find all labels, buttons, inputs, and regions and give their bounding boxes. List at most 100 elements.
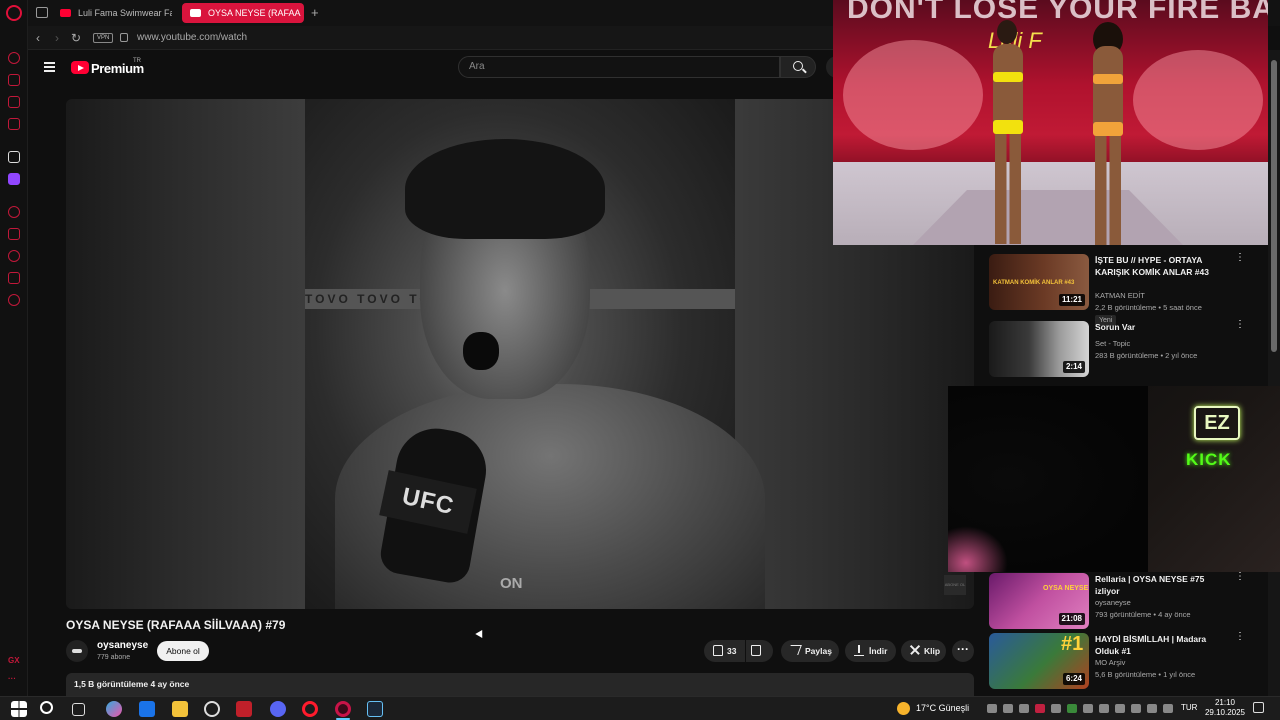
windows-start-icon[interactable] [11, 701, 27, 717]
reload-icon[interactable]: ↻ [71, 31, 81, 45]
file-explorer-icon[interactable] [172, 701, 188, 717]
tray-icon[interactable] [1083, 704, 1093, 713]
page-scrollbar[interactable] [1268, 50, 1280, 696]
tray-icon[interactable] [1019, 704, 1029, 713]
dislike-button[interactable] [746, 640, 773, 662]
related-channel[interactable]: Set - Topic [1095, 339, 1130, 348]
related-channel[interactable]: KATMAN EDİT [1095, 291, 1145, 300]
more-vert-icon[interactable]: ⋮ [1235, 320, 1245, 337]
volume-icon[interactable] [1163, 704, 1173, 713]
tab-luli-fama[interactable]: Luli Fama Swimwear Fash [52, 3, 172, 23]
share-button[interactable]: Paylaş [781, 640, 839, 662]
weather-widget[interactable]: 17°C Güneşli [916, 703, 969, 713]
gx-store-icon[interactable] [8, 74, 20, 86]
channel-avatar[interactable] [66, 640, 88, 662]
new-tab-button[interactable]: + [311, 5, 319, 20]
extensions-icon[interactable] [8, 272, 20, 284]
mail-icon[interactable] [139, 701, 155, 717]
video-thumbnail[interactable]: KATMAN KOMİK ANLAR #43 11:21 [989, 254, 1089, 310]
bikini-bottom [1093, 122, 1123, 136]
video-app-icon[interactable] [236, 701, 252, 717]
related-item[interactable]: KATMAN KOMİK ANLAR #43 11:21 İŞTE BU // … [989, 253, 1269, 326]
youtube-logo-icon[interactable] [71, 61, 89, 74]
tab-label: OYSA NEYSE (RAFAA [208, 8, 301, 18]
microphone-icon[interactable] [1115, 704, 1125, 713]
more-vert-icon[interactable]: ⋮ [1235, 253, 1245, 270]
tab-oysa-neyse[interactable]: OYSA NEYSE (RAFAA [182, 3, 304, 23]
download-button[interactable]: İndir [845, 640, 896, 662]
tray-icon[interactable] [1035, 704, 1045, 713]
subscribe-button[interactable]: Abone ol [157, 641, 209, 661]
search-input[interactable]: Ara [458, 56, 780, 78]
messenger-icon[interactable] [8, 96, 20, 108]
related-item[interactable]: OYSA NEYSE 21:08 Rellaria | OYSA NEYSE #… [989, 572, 1269, 631]
settings-icon[interactable] [8, 294, 20, 306]
menu-icon[interactable] [44, 62, 55, 72]
video-thumbnail[interactable]: #1 6:24 [989, 633, 1089, 689]
share-label: Paylaş [805, 646, 832, 656]
forward-icon[interactable]: › [55, 31, 59, 45]
related-item[interactable]: #1 6:24 HAYDİ BİSMİLLAH | Madara Olduk #… [989, 632, 1269, 691]
opera-gx-logo[interactable] [6, 5, 22, 21]
picture-in-picture-video[interactable]: DON'T LOSE YOUR FIRE BABE Luli F [833, 0, 1268, 245]
opera-gx-icon[interactable] [335, 701, 351, 717]
lock-icon[interactable] [120, 33, 128, 42]
bikini-bottom [993, 120, 1023, 134]
related-title[interactable]: HAYDİ BİSMİLLAH | Madara Olduk #1 [1095, 633, 1227, 657]
more-vert-icon[interactable]: ⋮ [1235, 572, 1245, 589]
kick-stream-overlay[interactable]: EZ KICK [948, 386, 1280, 572]
video-thumbnail[interactable]: 2:14 [989, 321, 1089, 377]
url-field[interactable]: www.youtube.com/watch [137, 32, 247, 43]
clock[interactable]: 21:10 29.10.2025 [1202, 698, 1248, 718]
discord-icon[interactable] [270, 701, 286, 717]
task-view-icon[interactable] [72, 703, 85, 716]
more-vert-icon[interactable]: ⋮ [1235, 632, 1245, 649]
related-title[interactable]: Sorun Var [1095, 321, 1227, 333]
scrollbar-thumb[interactable] [1271, 60, 1277, 352]
gx-control-icon[interactable] [8, 52, 20, 64]
search-button[interactable] [780, 56, 816, 78]
thumbs-down-icon [751, 645, 761, 656]
tab-island-icon[interactable] [36, 7, 48, 18]
instagram-icon[interactable] [8, 118, 20, 130]
related-channel[interactable]: MO Arşiv [1095, 658, 1125, 667]
steam-icon[interactable] [367, 701, 383, 717]
search-icon[interactable] [40, 701, 53, 714]
back-icon[interactable]: ‹ [36, 31, 40, 45]
bikini-top [1093, 74, 1123, 84]
related-item[interactable]: 2:14 Sorun Var Set - Topic 283 B görüntü… [989, 320, 1269, 379]
vpn-badge[interactable]: VPN [93, 33, 114, 43]
obs-icon[interactable] [204, 701, 220, 717]
copilot-icon[interactable] [106, 701, 122, 717]
steam-tray-icon[interactable] [1003, 704, 1013, 713]
clip-button[interactable]: Klip [901, 640, 946, 662]
like-button[interactable]: 33 [704, 640, 745, 662]
language-indicator[interactable]: TUR [1181, 703, 1197, 712]
channel-name[interactable]: oysaneyse [97, 640, 148, 651]
aria-icon[interactable] [8, 151, 20, 163]
opera-icon[interactable] [302, 701, 318, 717]
tray-icon[interactable] [1067, 704, 1077, 713]
related-title[interactable]: Rellaria | OYSA NEYSE #75 izliyor [1095, 573, 1227, 597]
tray-icon[interactable] [1099, 704, 1109, 713]
twitch-icon[interactable] [8, 173, 20, 185]
more-icon[interactable]: ··· [8, 674, 16, 683]
network-icon[interactable] [1147, 704, 1157, 713]
video-thumbnail[interactable]: OYSA NEYSE 21:08 [989, 573, 1089, 629]
tray-icon[interactable] [1051, 704, 1061, 713]
thumbnail-text: OYSA NEYSE [1043, 585, 1089, 592]
sun-icon[interactable] [897, 702, 910, 715]
tray-icon[interactable] [987, 704, 997, 713]
tray-icon[interactable] [1131, 704, 1141, 713]
more-actions-button[interactable]: ··· [952, 640, 974, 662]
notification-icon[interactable] [1253, 702, 1264, 713]
related-channel[interactable]: oysaneyse [1095, 598, 1131, 607]
thumbnail-text: KATMAN KOMİK ANLAR #43 [993, 280, 1075, 286]
player-icon[interactable] [8, 206, 20, 218]
description-box[interactable]: 1,5 B görüntüleme 4 ay önce [66, 673, 974, 696]
related-title[interactable]: İŞTE BU // HYPE - ORTAYA KARIŞIK KOMİK A… [1095, 254, 1227, 278]
thumbnail-text: #1 [1061, 633, 1084, 655]
history-icon[interactable] [8, 250, 20, 262]
bookmarks-icon[interactable] [8, 228, 20, 240]
subscribe-watermark[interactable]: ABONE OL [944, 575, 966, 595]
